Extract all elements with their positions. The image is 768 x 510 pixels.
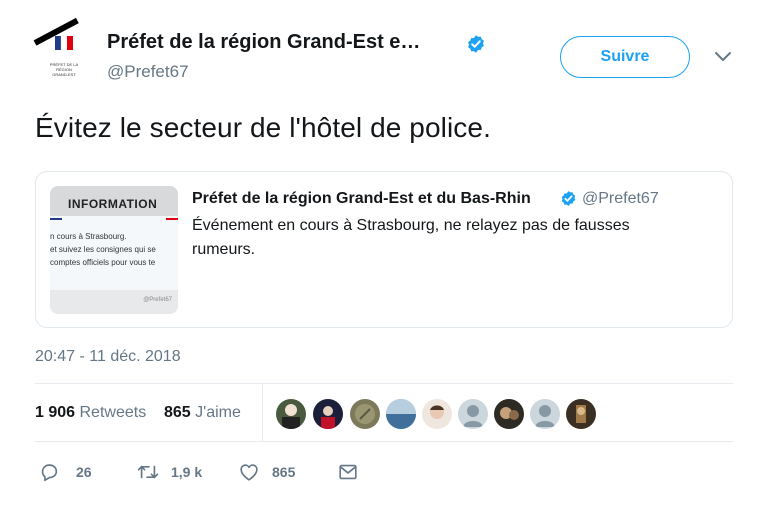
reply-icon xyxy=(41,464,58,482)
engagement-stats: 1 906 Retweets 865 J'aime xyxy=(35,404,241,422)
tweet-timestamp[interactable]: 20:47 - 11 déc. 2018 xyxy=(35,348,181,366)
direct-message-button[interactable] xyxy=(337,461,359,483)
like-count: 865 xyxy=(272,464,296,480)
reply-button[interactable]: 26 xyxy=(38,461,92,483)
author-avatar[interactable]: PRÉFET DE LA RÉGION GRAND-EST xyxy=(33,17,93,86)
quoted-tweet-image[interactable]: INFORMATION n cours à Strasbourg. et sui… xyxy=(50,186,178,314)
follow-button[interactable]: Suivre xyxy=(560,36,690,78)
liker-avatar[interactable] xyxy=(422,399,452,429)
liker-avatar[interactable] xyxy=(566,399,596,429)
author-handle[interactable]: @Prefet67 xyxy=(107,62,189,82)
image-footer: @Prefet67 xyxy=(143,297,172,303)
reply-count: 26 xyxy=(76,464,92,480)
image-text: n cours à Strasbourg. et suivez les cons… xyxy=(50,232,156,267)
quoted-author-name[interactable]: Préfet de la région Grand-Est et du Bas-… xyxy=(192,190,531,208)
retweet-count: 1,9 k xyxy=(171,464,203,480)
author-name[interactable]: Préfet de la région Grand-Est e… xyxy=(107,31,420,54)
chevron-down-icon[interactable] xyxy=(714,50,732,64)
logo-text: PRÉFET DE LA RÉGION GRAND-EST xyxy=(49,62,79,77)
likes-stat[interactable]: 865 J'aime xyxy=(164,404,241,421)
like-icon xyxy=(240,464,258,481)
divider xyxy=(35,441,733,442)
image-heading: INFORMATION xyxy=(68,197,158,211)
default-avatar[interactable] xyxy=(530,399,560,429)
liker-avatar[interactable] xyxy=(494,399,524,429)
verified-badge-icon xyxy=(561,191,576,206)
retweet-icon xyxy=(137,465,159,479)
default-avatar[interactable] xyxy=(458,399,488,429)
retweet-button[interactable]: 1,9 k xyxy=(137,461,202,483)
tweet-text: Évitez le secteur de l'hôtel de police. xyxy=(35,112,491,143)
quoted-author-handle[interactable]: @Prefet67 xyxy=(582,190,659,208)
stats-separator xyxy=(262,384,263,441)
liker-avatar[interactable] xyxy=(276,399,306,429)
retweets-stat[interactable]: 1 906 Retweets xyxy=(35,404,146,421)
like-button[interactable]: 865 xyxy=(238,461,295,483)
quoted-tweet-text: Événement en cours à Strasbourg, ne rela… xyxy=(192,217,630,258)
liker-avatar[interactable] xyxy=(386,399,416,429)
liker-avatar[interactable] xyxy=(350,399,380,429)
divider xyxy=(35,383,733,384)
message-icon xyxy=(339,464,357,480)
verified-badge-icon xyxy=(468,35,484,53)
liker-avatar[interactable] xyxy=(313,399,343,429)
